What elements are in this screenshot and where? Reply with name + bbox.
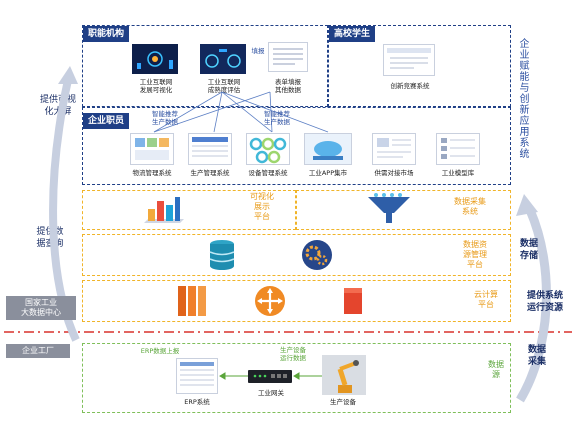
data-resource-frame <box>82 234 511 276</box>
gears-icon <box>302 240 332 270</box>
maturity-screenshot <box>200 44 246 74</box>
supply-market-label: 供需对接市场 <box>374 169 414 177</box>
visual-platform-label: 可视化 展示 平台 <box>250 192 274 221</box>
production-screenshot <box>188 133 232 165</box>
competition-label: 创新竞赛系统 <box>390 82 430 90</box>
network-router-icon <box>255 286 285 316</box>
app-market-label: 工业APP集市 <box>308 169 348 177</box>
gateway-label: 工业网关 <box>258 389 284 397</box>
factory-tag: 企业工厂 <box>6 344 70 358</box>
data-flow-arrows <box>219 372 322 380</box>
device-status-label: 生产设备 运行数据 <box>280 346 306 362</box>
cloud-app-icon <box>313 141 343 160</box>
donut-charts-icon <box>249 137 287 164</box>
funnel-icon <box>368 193 410 223</box>
logistics-label: 物流管理系统 <box>132 169 172 177</box>
storage-box-icon <box>344 288 362 314</box>
form-screenshot <box>268 42 308 72</box>
data-collection-label: 数据 采集 <box>527 345 546 367</box>
collection-system-label: 数据采集 系统 <box>454 197 486 216</box>
server-stack-icon <box>178 286 206 316</box>
data-storage-label: 数据 存储 <box>519 239 538 261</box>
competition-screenshot <box>383 44 435 76</box>
data-source-label: 数据 源 <box>488 360 504 379</box>
erp-upload-label: ERP数据上报 <box>140 347 180 355</box>
cloud-frame <box>82 280 511 322</box>
report-label: 填报 <box>251 47 265 55</box>
functional-agency-title: 职能机构 <box>83 26 130 42</box>
recommendation-label-1: 智能推荐 生产数据 <box>152 110 178 126</box>
model-library-label: 工业模型库 <box>441 169 475 177</box>
enterprise-apps-label: 企业赋能与创新应用系统 <box>517 38 528 159</box>
supply-market-screenshot <box>372 133 416 165</box>
model-library-screenshot <box>436 133 480 165</box>
dashboard-chart-icon <box>137 51 173 69</box>
logistics-screenshot <box>130 133 174 165</box>
erp-system-label: ERP系统 <box>184 398 210 406</box>
equipment-screenshot <box>246 133 290 165</box>
erp-table-icon <box>180 362 214 386</box>
table-icon <box>192 137 228 157</box>
app-market-screenshot <box>304 133 352 165</box>
form-lines-icon <box>273 48 303 65</box>
employees-title: 企业职员 <box>83 113 130 129</box>
production-label: 生产管理系统 <box>190 169 230 177</box>
listing-icon <box>377 138 411 158</box>
cloud-platform-label: 云计算 平台 <box>474 290 498 309</box>
chart-grid-icon <box>135 138 169 160</box>
robot-arm-icon <box>322 355 366 395</box>
data-resource-label: 数据资 源管理 平台 <box>463 240 487 269</box>
gauge-chart-icon <box>205 49 241 68</box>
boundary-line <box>4 331 572 333</box>
production-device-label: 生产设备 <box>330 398 356 406</box>
recommendation-label-2: 智能推荐 生产数据 <box>264 110 290 126</box>
web-page-icon <box>387 48 431 69</box>
runtime-label: 提供系统 运行资源 <box>526 291 563 313</box>
national-center-tag: 国家工业 大数据中心 <box>6 296 76 320</box>
students-title: 高校学生 <box>329 26 376 42</box>
database-icon <box>209 240 235 270</box>
visualization-screenshot <box>132 44 178 74</box>
model-list-icon <box>441 138 475 159</box>
erp-screenshot <box>176 358 218 394</box>
bar-3d-icon <box>144 197 184 223</box>
equipment-label: 设备管理系统 <box>248 169 288 177</box>
